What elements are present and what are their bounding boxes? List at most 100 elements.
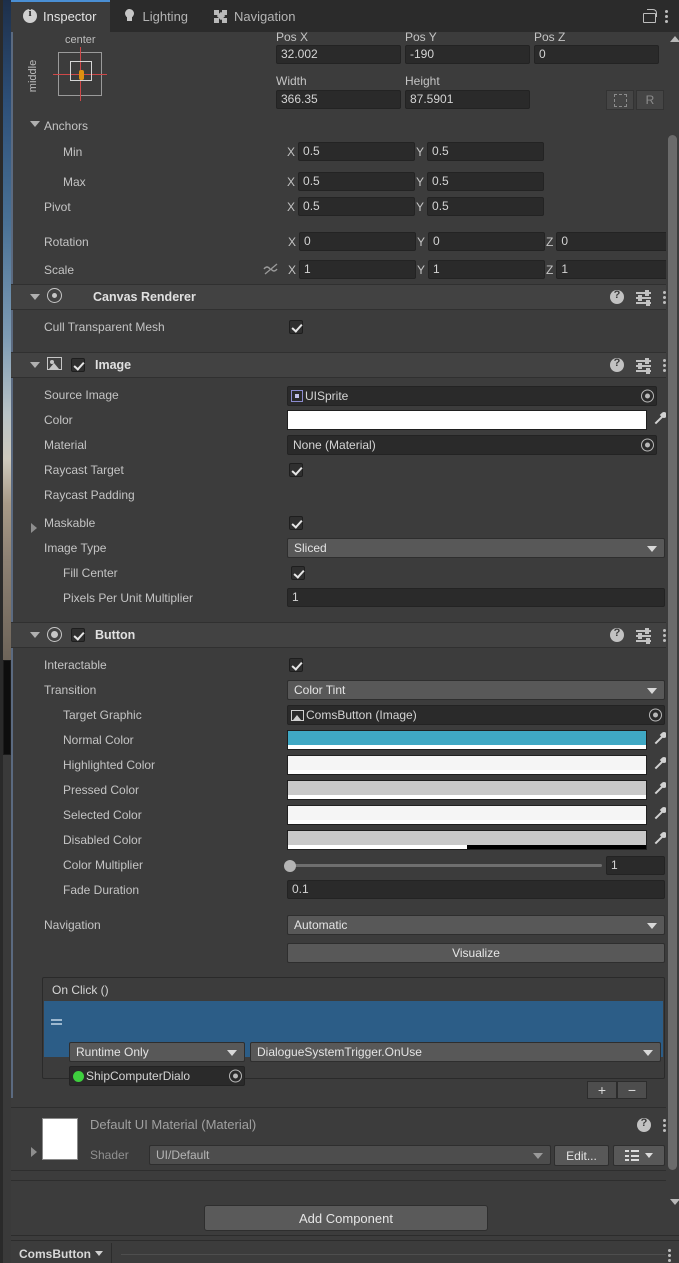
source-image-field[interactable]: UISprite — [287, 386, 657, 406]
canvas-renderer-foldout-arrow[interactable] — [30, 294, 40, 300]
width-input[interactable]: 366.35 — [276, 90, 401, 109]
image-foldout-arrow[interactable] — [30, 362, 40, 368]
anchor-min-x-input[interactable]: 0.5 — [298, 142, 416, 161]
target-graphic-field[interactable]: ComsButton (Image) — [287, 705, 665, 725]
fill-center-checkbox[interactable] — [291, 566, 305, 580]
sprite-icon — [291, 390, 303, 402]
material-foldout-arrow[interactable] — [31, 1147, 37, 1157]
remove-event-label: − — [627, 1082, 637, 1098]
image-type-dropdown[interactable]: Sliced — [287, 538, 665, 558]
color-multiplier-slider-knob[interactable] — [284, 859, 296, 872]
add-event-button[interactable]: + — [587, 1081, 617, 1099]
raycast-padding-label-row[interactable]: Raycast Padding — [44, 486, 135, 504]
normal-color-swatch[interactable] — [287, 730, 647, 750]
scale-z-input[interactable]: 1 — [556, 260, 674, 279]
pos-z-input[interactable]: 0 — [534, 45, 659, 64]
anchor-min-y-input[interactable]: 0.5 — [427, 142, 545, 161]
normal-color-label-row: Normal Color — [63, 731, 134, 749]
anchor-max-x-input[interactable]: 0.5 — [298, 172, 416, 191]
runtime-mode-dropdown[interactable]: Runtime Only — [69, 1042, 245, 1062]
blueprint-mode-button[interactable] — [606, 90, 634, 110]
material-field[interactable]: None (Material) — [287, 435, 657, 455]
scale-x-input[interactable]: 1 — [299, 260, 417, 279]
rotation-x-input[interactable]: 0 — [299, 232, 417, 251]
transition-dropdown[interactable]: Color Tint — [287, 680, 665, 700]
anchor-preset-widget[interactable]: center middle — [25, 32, 135, 124]
image-color-swatch[interactable] — [287, 410, 647, 430]
eyedropper-icon[interactable] — [651, 831, 667, 849]
button-enabled-checkbox[interactable] — [71, 628, 85, 642]
shader-edit-button[interactable]: Edit... — [554, 1145, 609, 1166]
tab-comsbutton[interactable]: ComsButton — [11, 1243, 112, 1263]
kebab-menu-icon[interactable] — [665, 9, 669, 23]
preset-settings-icon[interactable] — [636, 358, 651, 374]
raycast-padding-foldout-arrow[interactable] — [31, 523, 37, 533]
eyedropper-icon[interactable] — [651, 781, 667, 799]
object-picker-icon[interactable] — [229, 1069, 242, 1083]
image-enabled-checkbox[interactable] — [71, 358, 85, 372]
scale-label-row: Scale — [44, 261, 74, 279]
chevron-down-icon — [533, 1153, 543, 1159]
cull-transparent-mesh-checkbox[interactable] — [289, 320, 303, 334]
highlighted-color-swatch[interactable] — [287, 755, 647, 775]
link-off-icon[interactable] — [263, 262, 279, 276]
pivot-label: Pivot — [44, 200, 71, 214]
help-icon[interactable] — [610, 627, 624, 642]
preset-settings-icon[interactable] — [636, 290, 651, 306]
pivot-x-input[interactable]: 0.5 — [298, 197, 416, 216]
anchor-max-y-input[interactable]: 0.5 — [427, 172, 545, 191]
lock-open-icon[interactable] — [643, 9, 657, 23]
eyedropper-icon[interactable] — [651, 731, 667, 749]
drag-handle-icon[interactable] — [51, 1017, 63, 1027]
tab-inspector[interactable]: Inspector — [11, 0, 111, 32]
eyedropper-icon[interactable] — [651, 756, 667, 774]
remove-event-button[interactable]: − — [617, 1081, 647, 1099]
color-multiplier-input[interactable]: 1 — [606, 856, 665, 875]
scrollbar-thumb[interactable] — [668, 135, 677, 1170]
scroll-up-arrow[interactable] — [670, 36, 679, 42]
selected-color-swatch[interactable] — [287, 805, 647, 825]
shader-dropdown[interactable]: UI/Default — [149, 1145, 551, 1165]
event-object-field[interactable]: ShipComputerDialo — [69, 1066, 245, 1086]
navigation-dropdown[interactable]: Automatic — [287, 915, 665, 935]
pressed-color-label-row: Pressed Color — [63, 781, 139, 799]
interactable-checkbox[interactable] — [289, 658, 303, 672]
button-foldout-arrow[interactable] — [30, 632, 40, 638]
height-input[interactable]: 87.5901 — [405, 90, 530, 109]
object-picker-icon[interactable] — [641, 389, 654, 403]
anchors-foldout-arrow[interactable] — [30, 121, 40, 127]
add-component-button[interactable]: Add Component — [204, 1205, 488, 1231]
tab-navigation[interactable]: Navigation — [202, 0, 309, 32]
raycast-target-checkbox[interactable] — [289, 463, 303, 477]
maskable-checkbox[interactable] — [289, 516, 303, 530]
kebab-menu-icon[interactable] — [668, 1248, 672, 1262]
disabled-color-swatch[interactable] — [287, 830, 647, 850]
fade-duration-input[interactable]: 0.1 — [287, 880, 665, 899]
object-picker-icon[interactable] — [641, 438, 654, 452]
anchors-label-row[interactable]: Anchors — [44, 117, 88, 135]
help-icon[interactable] — [610, 357, 624, 372]
preset-settings-icon[interactable] — [636, 628, 651, 644]
rotation-y-input[interactable]: 0 — [428, 232, 546, 251]
inspector-scrollbar[interactable] — [666, 32, 679, 1235]
material-preset-button[interactable] — [613, 1145, 665, 1166]
interactable-label-row: Interactable — [44, 656, 107, 674]
pivot-y-input[interactable]: 0.5 — [427, 197, 545, 216]
pixels-per-unit-multiplier-input[interactable]: 1 — [287, 588, 665, 607]
raw-edit-mode-button[interactable]: R — [636, 90, 664, 110]
eyedropper-icon[interactable] — [651, 411, 667, 429]
help-icon[interactable] — [610, 289, 624, 304]
tab-lighting[interactable]: Lighting — [110, 0, 202, 32]
scroll-down-arrow[interactable] — [670, 1199, 679, 1205]
event-function-dropdown[interactable]: DialogueSystemTrigger.OnUse — [250, 1042, 661, 1062]
eyedropper-icon[interactable] — [651, 806, 667, 824]
object-picker-icon[interactable] — [649, 708, 662, 722]
pos-y-input[interactable]: -190 — [405, 45, 530, 64]
rotation-z-input[interactable]: 0 — [556, 232, 674, 251]
color-multiplier-slider[interactable] — [284, 859, 602, 872]
pressed-color-swatch[interactable] — [287, 780, 647, 800]
visualize-button[interactable]: Visualize — [287, 943, 665, 963]
pos-x-input[interactable]: 32.002 — [276, 45, 401, 64]
scale-y-input[interactable]: 1 — [428, 260, 546, 279]
help-icon[interactable] — [637, 1117, 651, 1132]
